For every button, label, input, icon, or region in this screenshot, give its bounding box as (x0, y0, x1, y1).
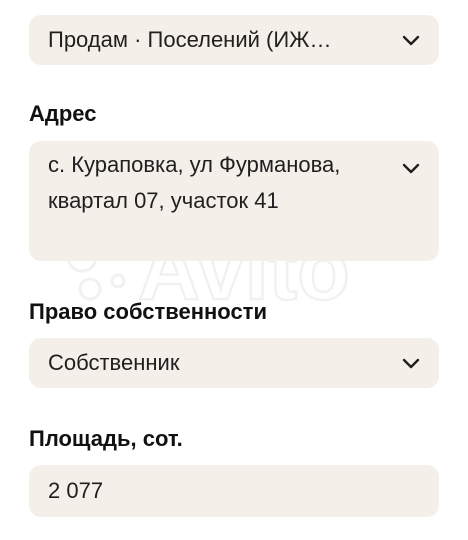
area-input[interactable]: 2 077 (29, 465, 439, 517)
address-select[interactable]: с. Кураповка, ул Фурманова, квартал 07, … (29, 141, 439, 261)
category-select[interactable]: Продам · Поселений (ИЖ… (29, 15, 439, 65)
chevron-down-icon (402, 35, 420, 46)
ownership-label: Право собственности (29, 299, 267, 324)
category-select-value: Продам · Поселений (ИЖ… (48, 27, 332, 52)
area-input-value: 2 077 (48, 478, 104, 503)
ownership-select[interactable]: Собственник (29, 338, 439, 388)
chevron-down-icon (402, 358, 420, 369)
address-label: Адрес (29, 101, 97, 126)
area-label: Площадь, сот. (29, 426, 183, 451)
ownership-select-value: Собственник (48, 350, 180, 375)
chevron-down-icon (402, 163, 420, 174)
address-select-value: с. Кураповка, ул Фурманова, квартал 07, … (48, 152, 341, 213)
